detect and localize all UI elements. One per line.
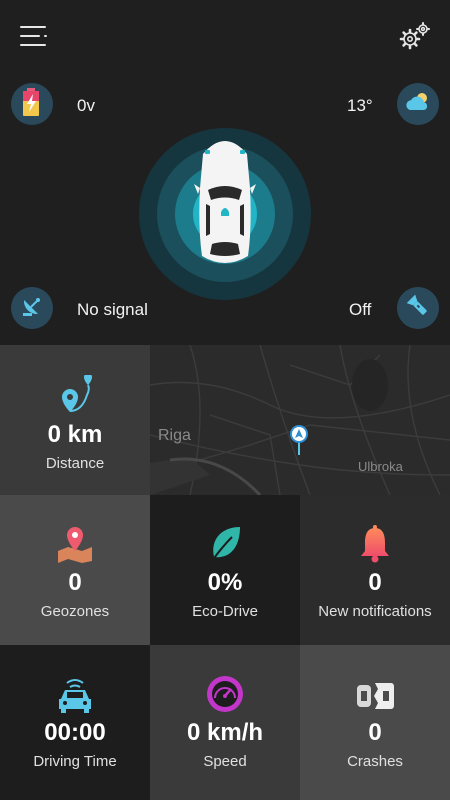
flashlight-button[interactable] — [397, 287, 439, 329]
map-pin-geozone-icon — [56, 523, 94, 563]
bell-icon — [358, 523, 392, 563]
speedometer-icon — [206, 673, 244, 713]
vehicle-radar — [132, 128, 318, 300]
cloud-sun-icon — [404, 90, 432, 119]
weather-button[interactable] — [397, 83, 439, 125]
leaf-icon — [208, 523, 242, 563]
eco-drive-tile[interactable]: 0% Eco-Drive — [150, 495, 300, 645]
crashes-label: Crashes — [347, 753, 403, 770]
car-front-icon — [55, 673, 95, 713]
vehicle-location-pin-icon — [289, 425, 309, 460]
flashlight-icon — [406, 294, 430, 323]
speed-tile[interactable]: 0 km/h Speed — [150, 645, 300, 800]
gps-signal-value: No signal — [77, 300, 148, 319]
crashes-tile[interactable]: 0 Crashes — [300, 645, 450, 800]
distance-label: Distance — [45, 455, 105, 472]
notifications-tile[interactable]: 0 New notifications — [300, 495, 450, 645]
geozones-label: Geozones — [40, 603, 110, 620]
speed-label: Speed — [203, 753, 247, 770]
distance-tile[interactable]: 0 km Distance — [0, 345, 150, 495]
dashboard-tiles: 0 km Distance Riga Ulbroka 0 Geozones 0%… — [0, 345, 450, 800]
temperature-value: 13° — [347, 96, 373, 115]
driving-time-label: Driving Time — [33, 753, 117, 770]
gears-settings-icon[interactable] — [398, 20, 432, 52]
map-city-label: Riga — [158, 427, 191, 444]
driving-time-tile[interactable]: 00:00 Driving Time — [0, 645, 150, 800]
crashes-value: 0 — [368, 719, 382, 746]
geozones-tile[interactable]: 0 Geozones — [0, 495, 150, 645]
route-pin-icon — [57, 375, 93, 415]
map-district-label: Ulbroka — [358, 459, 403, 474]
gps-signal-button[interactable] — [11, 287, 53, 329]
car-top-view-icon — [194, 141, 256, 263]
satellite-dish-icon — [20, 294, 44, 323]
distance-value: 0 km — [47, 421, 103, 448]
eco-drive-value: 0% — [207, 569, 243, 596]
geozones-value: 0 — [68, 569, 82, 596]
notifications-value: 0 — [368, 569, 382, 596]
vehicle-status-panel: 0v 13° No signal Off — [0, 0, 450, 345]
crash-impact-icon — [355, 673, 395, 713]
notifications-label: New notifications — [318, 603, 432, 620]
battery-button[interactable] — [11, 83, 53, 125]
driving-time-value: 00:00 — [44, 719, 106, 746]
hamburger-menu-icon[interactable] — [20, 22, 50, 50]
speed-value: 0 km/h — [186, 719, 264, 746]
battery-voltage-value: 0v — [77, 96, 95, 115]
battery-charging-icon — [22, 87, 42, 121]
map-preview[interactable]: Riga Ulbroka — [150, 345, 450, 495]
eco-drive-label: Eco-Drive — [192, 603, 258, 620]
flashlight-state-value: Off — [349, 300, 372, 319]
